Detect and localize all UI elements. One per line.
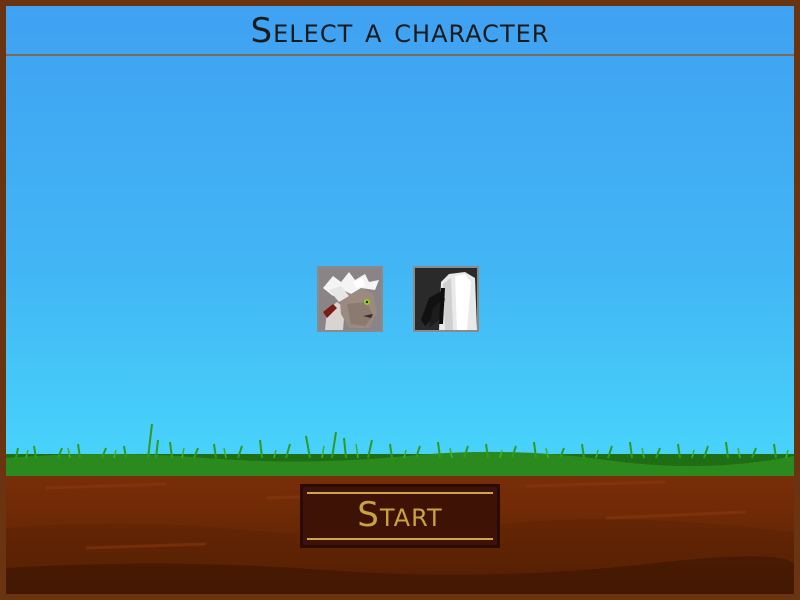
grass-strip — [6, 423, 794, 476]
title-bar: Select a character — [6, 6, 794, 56]
game-screen: Select a character Start — [0, 0, 800, 600]
start-button[interactable]: Start — [300, 484, 500, 548]
page-title: Select a character — [250, 11, 550, 51]
character-option-2[interactable] — [413, 266, 479, 332]
start-button-label: Start — [357, 495, 443, 535]
white-haired-creature-icon — [319, 268, 381, 330]
character-option-1[interactable] — [317, 266, 383, 332]
black-white-feather-icon — [415, 268, 477, 330]
